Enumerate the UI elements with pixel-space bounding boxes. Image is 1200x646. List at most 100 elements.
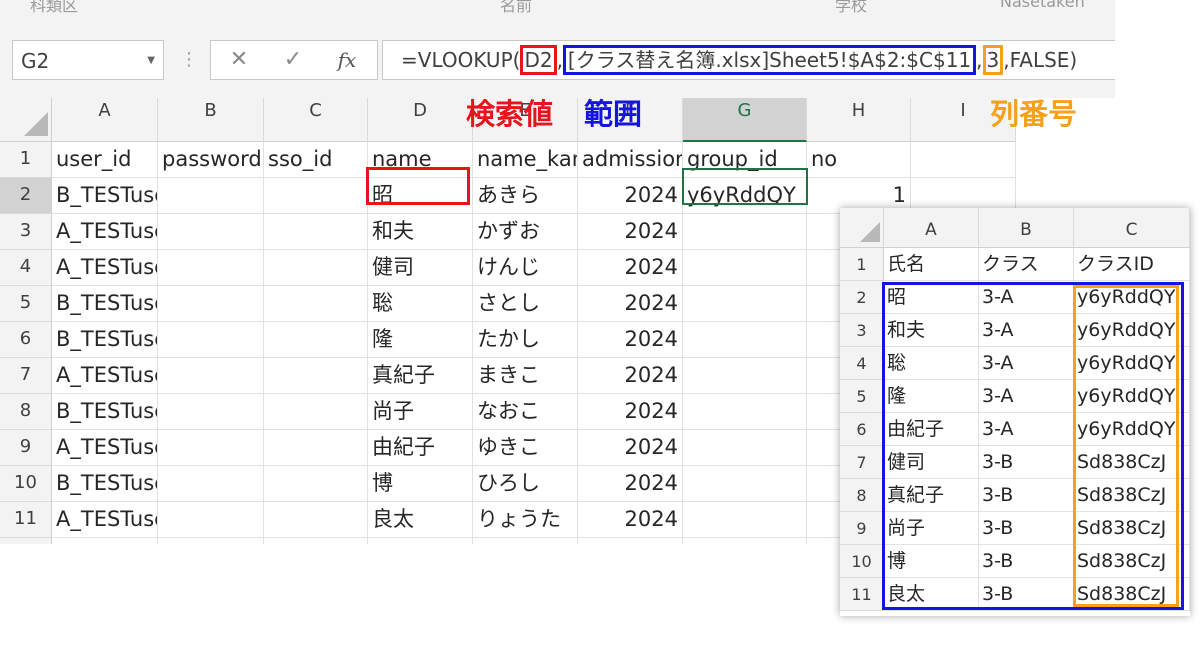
- cell-b1[interactable]: password: [158, 142, 264, 178]
- cell-e11[interactable]: りょうた: [473, 502, 578, 538]
- lookup-row-header-1[interactable]: 1: [840, 248, 884, 281]
- lookup-column-header-c[interactable]: C: [1074, 208, 1190, 248]
- cell-c8[interactable]: [264, 394, 368, 430]
- cell-a10[interactable]: B_TESTuser0005: [52, 466, 158, 502]
- cell-d11[interactable]: 良太: [368, 502, 473, 538]
- lookup-cell-b2[interactable]: 3-A: [979, 281, 1074, 314]
- name-box[interactable]: G2 ▼: [12, 40, 164, 80]
- cell-e10[interactable]: ひろし: [473, 466, 578, 502]
- lookup-cell-b9[interactable]: 3-B: [979, 512, 1074, 545]
- lookup-cell-a3[interactable]: 和夫: [884, 314, 979, 347]
- cell-row-12[interactable]: [264, 538, 368, 544]
- cell-e6[interactable]: たかし: [473, 322, 578, 358]
- row-header-7[interactable]: 7: [0, 358, 52, 394]
- cell-c4[interactable]: [264, 250, 368, 286]
- cell-d1[interactable]: name: [368, 142, 473, 178]
- cell-row-12[interactable]: [578, 538, 683, 544]
- cell-c7[interactable]: [264, 358, 368, 394]
- cell-row-12[interactable]: [473, 538, 578, 544]
- column-header-c[interactable]: C: [264, 98, 368, 142]
- lookup-cell-b3[interactable]: 3-A: [979, 314, 1074, 347]
- row-header-11[interactable]: 11: [0, 502, 52, 538]
- cell-f2[interactable]: 2024: [578, 178, 683, 214]
- cell-f5[interactable]: 2024: [578, 286, 683, 322]
- lookup-cell-b6[interactable]: 3-A: [979, 413, 1074, 446]
- lookup-row-header-10[interactable]: 10: [840, 545, 884, 578]
- cell-e4[interactable]: けんじ: [473, 250, 578, 286]
- cell-g8[interactable]: [683, 394, 807, 430]
- insert-function-icon[interactable]: fx: [327, 41, 367, 79]
- lookup-cell-c3[interactable]: y6yRddQY: [1074, 314, 1190, 347]
- lookup-row-header-8[interactable]: 8: [840, 479, 884, 512]
- row-header-9[interactable]: 9: [0, 430, 52, 466]
- cell-a9[interactable]: A_TESTuser0004: [52, 430, 158, 466]
- lookup-cell-a1[interactable]: 氏名: [884, 248, 979, 281]
- column-header-h[interactable]: H: [807, 98, 911, 142]
- cell-d9[interactable]: 由紀子: [368, 430, 473, 466]
- lookup-cell-b7[interactable]: 3-B: [979, 446, 1074, 479]
- cell-g9[interactable]: [683, 430, 807, 466]
- lookup-cell-c2[interactable]: y6yRddQY: [1074, 281, 1190, 314]
- lookup-column-header-b[interactable]: B: [979, 208, 1074, 248]
- lookup-row-header-6[interactable]: 6: [840, 413, 884, 446]
- lookup-row-header-9[interactable]: 9: [840, 512, 884, 545]
- cell-e5[interactable]: さとし: [473, 286, 578, 322]
- lookup-column-header-a[interactable]: A: [884, 208, 979, 248]
- lookup-cell-c8[interactable]: Sd838CzJ: [1074, 479, 1190, 512]
- row-header-8[interactable]: 8: [0, 394, 52, 430]
- cell-b11[interactable]: [158, 502, 264, 538]
- cell-a7[interactable]: A_TESTuser0003: [52, 358, 158, 394]
- cell-i1[interactable]: [911, 142, 1016, 178]
- lookup-cell-b4[interactable]: 3-A: [979, 347, 1074, 380]
- lookup-cell-b10[interactable]: 3-B: [979, 545, 1074, 578]
- cell-g10[interactable]: [683, 466, 807, 502]
- cell-c2[interactable]: [264, 178, 368, 214]
- lookup-cell-b8[interactable]: 3-B: [979, 479, 1074, 512]
- cell-e9[interactable]: ゆきこ: [473, 430, 578, 466]
- cell-b3[interactable]: [158, 214, 264, 250]
- column-header-b[interactable]: B: [158, 98, 264, 142]
- lookup-cell-a8[interactable]: 真紀子: [884, 479, 979, 512]
- lookup-cell-a5[interactable]: 隆: [884, 380, 979, 413]
- row-header-12[interactable]: [0, 538, 52, 544]
- cell-a3[interactable]: A_TESTuser0001: [52, 214, 158, 250]
- lookup-cell-b1[interactable]: クラス: [979, 248, 1074, 281]
- cell-e3[interactable]: かずお: [473, 214, 578, 250]
- cell-f4[interactable]: 2024: [578, 250, 683, 286]
- cancel-icon[interactable]: ✕: [219, 41, 259, 79]
- cell-f1[interactable]: admission: [578, 142, 683, 178]
- lookup-cell-c6[interactable]: y6yRddQY: [1074, 413, 1190, 446]
- cell-d4[interactable]: 健司: [368, 250, 473, 286]
- cell-c11[interactable]: [264, 502, 368, 538]
- cell-g11[interactable]: [683, 502, 807, 538]
- cell-c5[interactable]: [264, 286, 368, 322]
- cell-c3[interactable]: [264, 214, 368, 250]
- cell-f10[interactable]: 2024: [578, 466, 683, 502]
- row-header-1[interactable]: 1: [0, 142, 52, 178]
- cell-a1[interactable]: user_id: [52, 142, 158, 178]
- column-header-d[interactable]: D: [368, 98, 473, 142]
- column-header-g[interactable]: G: [683, 98, 807, 142]
- cell-f6[interactable]: 2024: [578, 322, 683, 358]
- lookup-cell-b11[interactable]: 3-B: [979, 578, 1074, 611]
- lookup-cell-c4[interactable]: y6yRddQY: [1074, 347, 1190, 380]
- cell-b9[interactable]: [158, 430, 264, 466]
- cell-e1[interactable]: name_kana: [473, 142, 578, 178]
- formula-input[interactable]: =VLOOKUP(D2, [クラス替え名簿.xlsx]Sheet5!$A$2:$C…: [382, 40, 1115, 80]
- cell-b8[interactable]: [158, 394, 264, 430]
- cell-g3[interactable]: [683, 214, 807, 250]
- lookup-row-header-7[interactable]: 7: [840, 446, 884, 479]
- more-options-icon[interactable]: ⋮: [180, 44, 198, 76]
- cell-f3[interactable]: 2024: [578, 214, 683, 250]
- cell-a4[interactable]: A_TESTuser0002: [52, 250, 158, 286]
- cell-e8[interactable]: なおこ: [473, 394, 578, 430]
- cell-a2[interactable]: B_TESTuser0001: [52, 178, 158, 214]
- lookup-cell-b5[interactable]: 3-A: [979, 380, 1074, 413]
- cell-g2[interactable]: y6yRddQY: [683, 178, 807, 214]
- lookup-row-header-4[interactable]: 4: [840, 347, 884, 380]
- chevron-down-icon[interactable]: ▼: [147, 41, 155, 81]
- cell-a6[interactable]: B_TESTuser0003: [52, 322, 158, 358]
- lookup-row-header-5[interactable]: 5: [840, 380, 884, 413]
- cell-b10[interactable]: [158, 466, 264, 502]
- cell-h1[interactable]: no: [807, 142, 911, 178]
